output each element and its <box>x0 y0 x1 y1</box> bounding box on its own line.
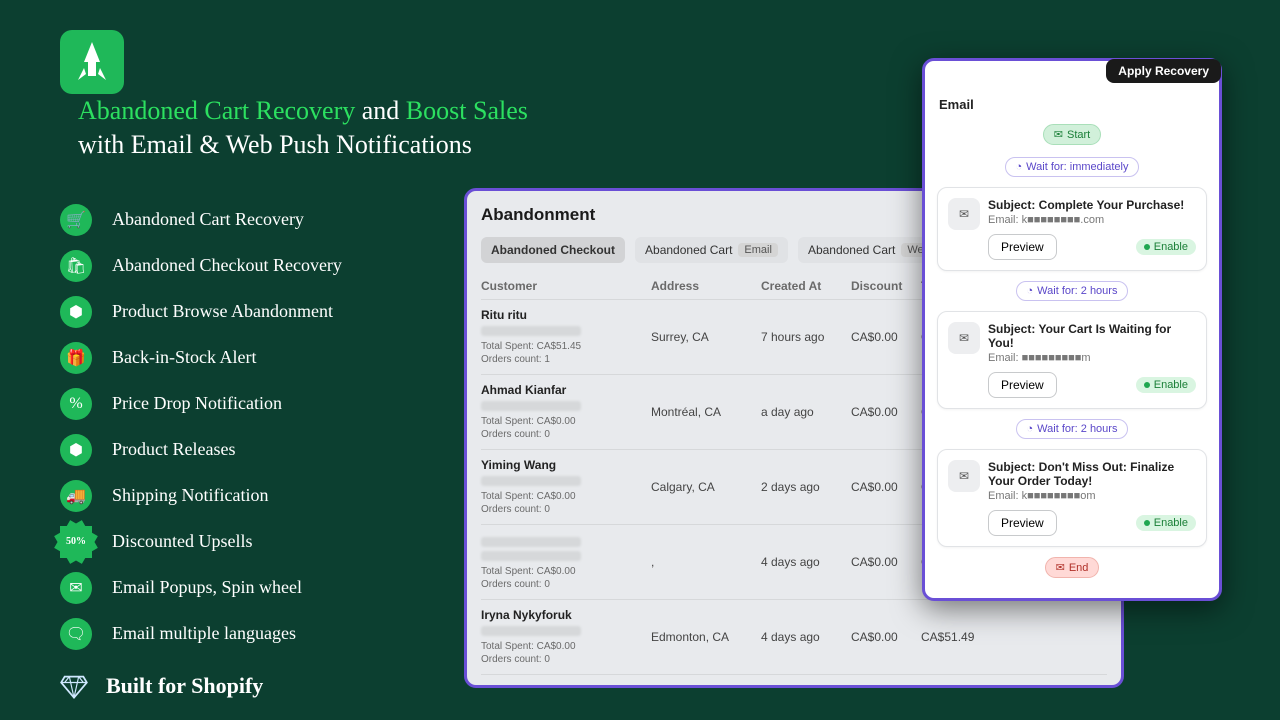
feature-item: 50%Discounted Upsells <box>60 526 460 558</box>
enable-badge[interactable]: Enable <box>1136 239 1196 255</box>
flow-panel: Apply Recovery Email ✉ Start ◔ Wait for:… <box>922 58 1222 601</box>
headline: Abandoned Cart Recovery and Boost Sales … <box>78 94 628 162</box>
preview-button[interactable]: Preview <box>988 234 1057 260</box>
feature-item: 🛒Abandoned Cart Recovery <box>60 204 460 236</box>
globe-icon: 🗨 <box>60 618 92 650</box>
preview-button[interactable]: Preview <box>988 372 1057 398</box>
apply-recovery-button[interactable]: Apply Recovery <box>1106 59 1221 83</box>
card-email: Email: ■■■■■■■■■m <box>988 352 1196 364</box>
cart-icon: 🛒 <box>60 204 92 236</box>
feature-item: 🗨Email multiple languages <box>60 618 460 650</box>
flow-card: ✉ Subject: Your Cart Is Waiting for You!… <box>937 311 1207 409</box>
feature-item: 🎁Back-in-Stock Alert <box>60 342 460 374</box>
card-email: Email: k■■■■■■■■om <box>988 490 1196 502</box>
feature-item: 🛍Abandoned Checkout Recovery <box>60 250 460 282</box>
preview-button[interactable]: Preview <box>988 510 1057 536</box>
mail-icon: ✉ <box>948 198 980 230</box>
box-icon: ⬢ <box>60 296 92 328</box>
percent-icon: % <box>60 388 92 420</box>
rocket-icon <box>72 40 112 84</box>
flow-card: ✉ Subject: Don't Miss Out: Finalize Your… <box>937 449 1207 547</box>
card-subject: Subject: Your Cart Is Waiting for You! <box>988 322 1196 350</box>
flow-start: ✉ Start <box>1043 124 1101 145</box>
feature-item: %Price Drop Notification <box>60 388 460 420</box>
app-logo <box>60 30 124 94</box>
gift-icon: 🎁 <box>60 342 92 374</box>
flow-wait: ◔ Wait for: immediately <box>1005 157 1140 177</box>
card-subject: Subject: Don't Miss Out: Finalize Your O… <box>988 460 1196 488</box>
card-subject: Subject: Complete Your Purchase! <box>988 198 1196 212</box>
box-icon: ⬢ <box>60 434 92 466</box>
tab-abandoned-cart-email[interactable]: Abandoned CartEmail <box>635 237 788 263</box>
built-for-shopify: Built for Shopify <box>60 672 460 700</box>
feature-item: 🚚Shipping Notification <box>60 480 460 512</box>
mail-icon: ✉ <box>948 460 980 492</box>
feature-item: ✉Email Popups, Spin wheel <box>60 572 460 604</box>
enable-badge[interactable]: Enable <box>1136 377 1196 393</box>
mail-icon: ✉ <box>60 572 92 604</box>
mail-icon: ✉ <box>948 322 980 354</box>
diamond-icon <box>60 672 88 700</box>
enable-badge[interactable]: Enable <box>1136 515 1196 531</box>
feature-item: ⬢Product Browse Abandonment <box>60 296 460 328</box>
flow-end: ✉ End <box>1045 557 1100 578</box>
flow-wait: ◔ Wait for: 2 hours <box>1016 419 1129 439</box>
flow-card: ✉ Subject: Complete Your Purchase! Email… <box>937 187 1207 271</box>
table-row[interactable]: Total Spent: CA$0.00Orders count: 0,4 da… <box>481 674 1107 688</box>
burst-icon: 50% <box>60 526 92 558</box>
feature-list: 🛒Abandoned Cart Recovery 🛍Abandoned Chec… <box>60 204 460 650</box>
checkout-icon: 🛍 <box>60 250 92 282</box>
card-email: Email: k■■■■■■■■.com <box>988 214 1196 226</box>
truck-icon: 🚚 <box>60 480 92 512</box>
tab-abandoned-checkout[interactable]: Abandoned Checkout <box>481 237 625 263</box>
flow-wait: ◔ Wait for: 2 hours <box>1016 281 1129 301</box>
flow-heading: Email <box>939 97 1207 112</box>
table-row[interactable]: Iryna NykyforukTotal Spent: CA$0.00Order… <box>481 599 1107 674</box>
feature-item: ⬢Product Releases <box>60 434 460 466</box>
